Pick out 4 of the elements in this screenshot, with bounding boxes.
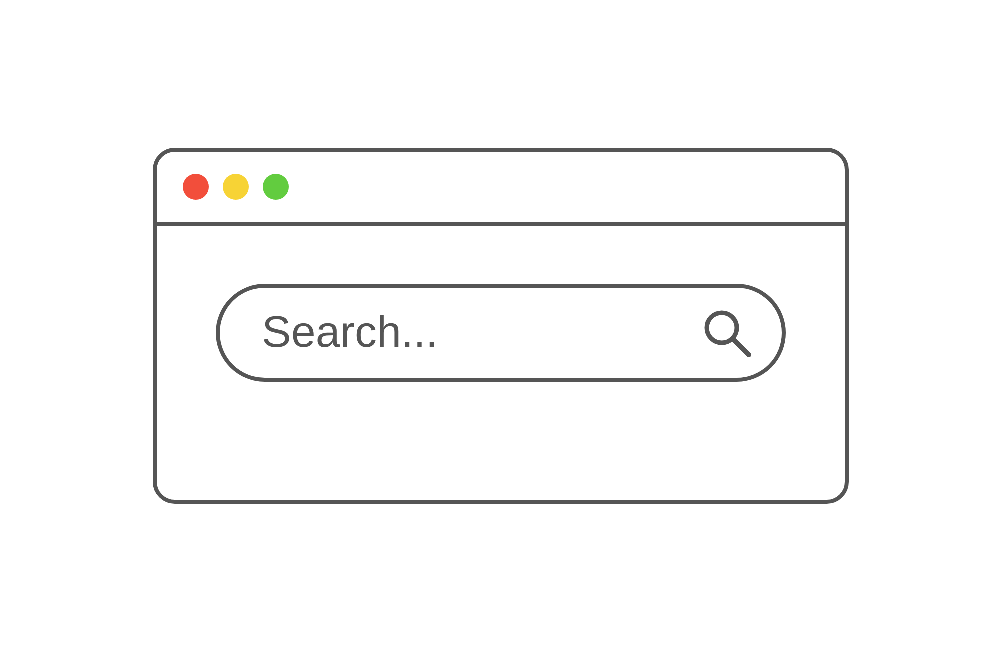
- window-control-dot[interactable]: [183, 174, 209, 200]
- window-control-dot[interactable]: [263, 174, 289, 200]
- window-control-dot[interactable]: [223, 174, 249, 200]
- search-field[interactable]: Search...: [216, 284, 786, 382]
